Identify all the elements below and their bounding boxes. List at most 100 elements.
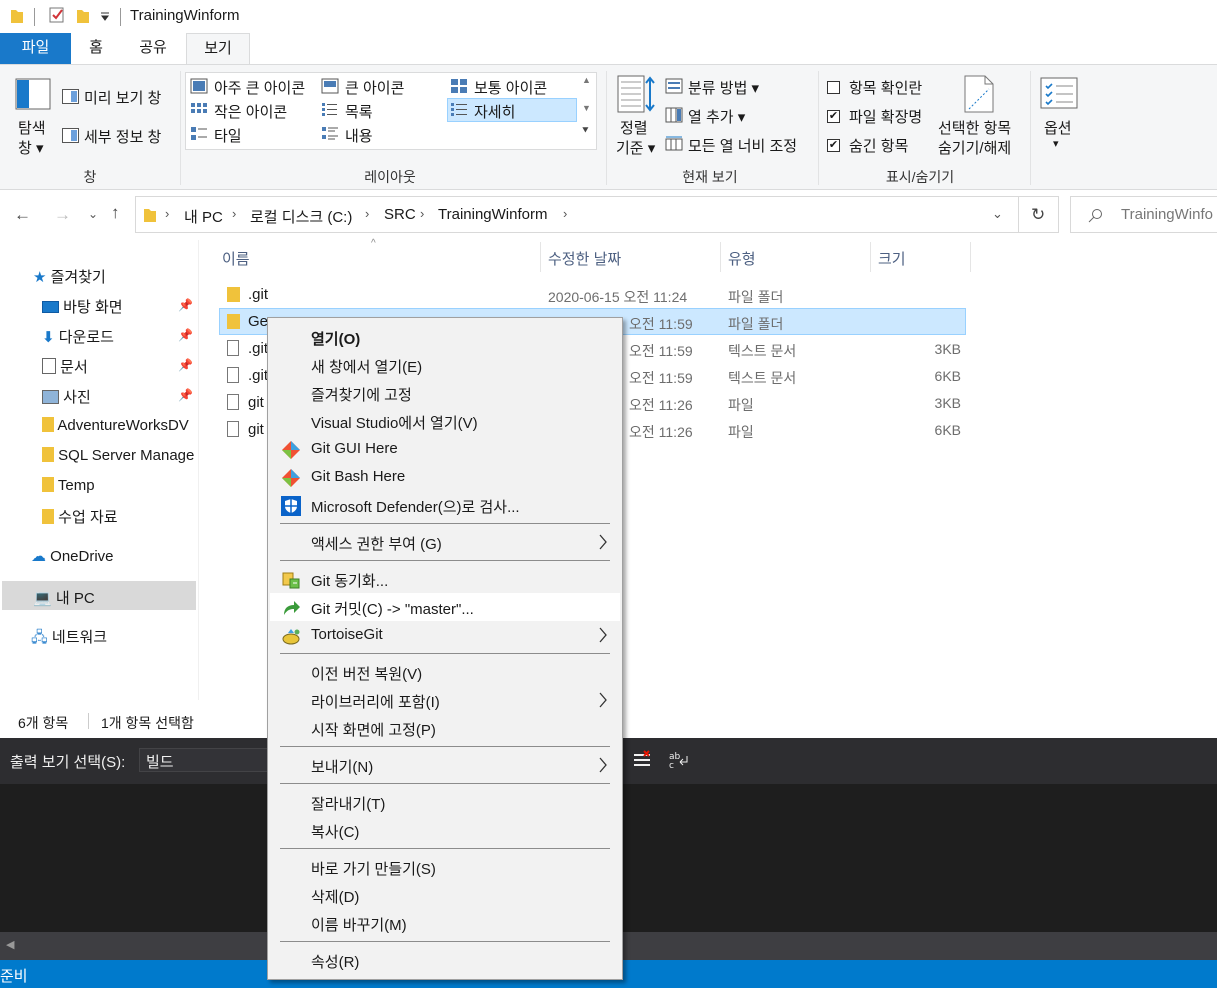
breadcrumb-separator-icon[interactable]: › xyxy=(365,206,369,221)
add-columns-button[interactable]: 열 추가 ▾ xyxy=(688,106,745,127)
breadcrumb-separator-icon[interactable]: › xyxy=(232,206,236,221)
tab-view[interactable]: 보기 xyxy=(186,33,250,65)
menu-item-tortoisegit[interactable]: TortoiseGit xyxy=(270,621,620,649)
menu-item-create-shortcut[interactable]: 바로 가기 만들기(S) xyxy=(270,853,620,881)
menu-item-restore-previous[interactable]: 이전 버전 복원(V) xyxy=(270,658,620,686)
nav-item-downloads[interactable]: ⬇ 다운로드 xyxy=(42,326,114,347)
nav-item-desktop[interactable]: 바탕 화면 xyxy=(42,296,123,317)
breadcrumb-separator-icon[interactable]: › xyxy=(420,206,424,221)
nav-item-sql-server[interactable]: SQL Server Manage xyxy=(42,447,197,464)
nav-item-adventureworks[interactable]: AdventureWorksDV xyxy=(42,417,197,434)
menu-item-pin-quick-access[interactable]: 즐겨찾기에 고정 xyxy=(270,379,620,407)
pin-icon[interactable]: 📌 xyxy=(178,358,193,372)
sort-by-button[interactable]: 정렬 xyxy=(620,117,648,138)
layout-tiles[interactable]: 타일 xyxy=(214,125,242,146)
menu-item-properties[interactable]: 속성(R) xyxy=(270,946,620,974)
breadcrumb-separator-icon[interactable]: › xyxy=(165,206,169,221)
refresh-button[interactable]: ↻ xyxy=(1019,196,1059,233)
details-pane-button[interactable]: 세부 정보 창 xyxy=(84,126,161,147)
tab-share[interactable]: 공유 xyxy=(128,33,178,64)
size-all-columns-button[interactable]: 모든 열 너비 조정 xyxy=(688,135,797,156)
breadcrumb-this-pc[interactable]: 내 PC xyxy=(184,206,223,227)
layout-small-icons[interactable]: 작은 아이콘 xyxy=(214,101,287,122)
up-icon[interactable]: ↑ xyxy=(111,203,120,223)
properties-check-icon[interactable] xyxy=(48,6,66,24)
options-dropdown-icon[interactable]: ▾ xyxy=(1053,137,1059,150)
nav-item-network[interactable]: 🖧 네트워크 xyxy=(31,626,107,652)
tab-file[interactable]: 파일 xyxy=(0,33,71,64)
column-divider[interactable] xyxy=(540,242,541,272)
menu-item-give-access[interactable]: 액세스 권한 부여 (G) xyxy=(270,528,620,556)
preview-pane-button[interactable]: 미리 보기 창 xyxy=(84,87,161,108)
layout-list[interactable]: 목록 xyxy=(345,101,373,122)
menu-item-defender-scan[interactable]: Microsoft Defender(으)로 검사... xyxy=(270,491,620,519)
layout-extra-large-icons[interactable]: 아주 큰 아이콘 xyxy=(214,77,305,98)
menu-item-open[interactable]: 열기(O) xyxy=(270,323,620,351)
hide-selected-button[interactable]: 선택한 항목 xyxy=(938,117,1011,138)
menu-item-open-visual-studio[interactable]: Visual Studio에서 열기(V) xyxy=(270,407,620,435)
menu-item-cut[interactable]: 잘라내기(T) xyxy=(270,788,620,816)
menu-item-pin-start[interactable]: 시작 화면에 고정(P) xyxy=(270,714,620,742)
nav-item-temp[interactable]: Temp xyxy=(42,477,95,494)
menu-item-rename[interactable]: 이름 바꾸기(M) xyxy=(270,909,620,937)
nav-quick-access[interactable]: ★ 즐겨찾기 xyxy=(33,266,106,287)
nav-item-onedrive[interactable]: ☁ OneDrive xyxy=(31,547,114,565)
address-bar[interactable]: › 내 PC › 로컬 디스크 (C:) › SRC › TrainingWin… xyxy=(135,196,1019,233)
column-divider[interactable] xyxy=(720,242,721,272)
column-header-date[interactable]: 수정한 날짜 xyxy=(548,248,621,269)
nav-item-this-pc[interactable]: 💻 내 PC xyxy=(33,587,95,608)
menu-item-delete[interactable]: 삭제(D) xyxy=(270,881,620,909)
column-header-type[interactable]: 유형 xyxy=(728,248,756,269)
menu-item-send-to[interactable]: 보내기(N) xyxy=(270,751,620,779)
hide-selected-button-line2[interactable]: 숨기기/해제 xyxy=(938,137,1011,158)
table-row[interactable]: .git 2020-06-15 오전 11:24 파일 폴더 xyxy=(219,281,966,308)
menu-item-open-new-window[interactable]: 새 창에서 열기(E) xyxy=(270,351,620,379)
file-name-extensions-checkbox[interactable]: ✔ xyxy=(827,110,840,123)
nav-item-documents[interactable]: 문서 xyxy=(42,356,88,377)
group-by-button[interactable]: 분류 방법 ▾ xyxy=(688,77,759,98)
navigation-pane-button[interactable]: 탐색 xyxy=(18,117,46,138)
breadcrumb-local-disk[interactable]: 로컬 디스크 (C:) xyxy=(250,206,352,227)
breadcrumb-src[interactable]: SRC xyxy=(384,206,416,223)
layout-details[interactable]: 자세히 xyxy=(474,101,515,122)
nav-item-pictures[interactable]: 사진 xyxy=(42,386,91,407)
search-box[interactable]: TrainingWinfo xyxy=(1070,196,1217,233)
pin-icon[interactable]: 📌 xyxy=(178,388,193,402)
hidden-items-checkbox[interactable]: ✔ xyxy=(827,139,840,152)
sort-by-button-line2[interactable]: 기준 ▾ xyxy=(616,137,655,158)
word-wrap-icon[interactable]: abc xyxy=(668,750,690,770)
menu-item-copy[interactable]: 복사(C) xyxy=(270,816,620,844)
gallery-scroll-up-icon[interactable]: ▲ xyxy=(582,75,591,85)
column-divider[interactable] xyxy=(970,242,971,272)
hidden-items-label[interactable]: 숨긴 항목 xyxy=(849,135,908,156)
layout-content[interactable]: 내용 xyxy=(345,125,373,146)
item-check-boxes-label[interactable]: 항목 확인란 xyxy=(849,77,922,98)
recent-locations-icon[interactable]: ⌄ xyxy=(88,207,98,221)
pin-icon[interactable]: 📌 xyxy=(178,298,193,312)
back-icon[interactable]: ← xyxy=(14,205,31,225)
column-header-name[interactable]: 이름 xyxy=(222,248,250,269)
forward-icon[interactable]: → xyxy=(54,205,71,225)
menu-item-git-sync[interactable]: Git 동기화... xyxy=(270,565,620,593)
layout-large-icons[interactable]: 큰 아이콘 xyxy=(345,77,404,98)
menu-item-git-commit[interactable]: Git 커밋(C) -> "master"... xyxy=(270,593,620,621)
gallery-expand-icon[interactable]: ⯆ xyxy=(581,125,590,138)
customize-qat-icon[interactable] xyxy=(100,12,110,22)
nav-item-class-materials[interactable]: 수업 자료 xyxy=(42,506,118,527)
gallery-scroll-down-icon[interactable]: ▼ xyxy=(582,103,591,113)
column-header-size[interactable]: 크기 xyxy=(878,248,906,269)
file-name-extensions-label[interactable]: 파일 확장명 xyxy=(849,106,922,127)
menu-item-include-library[interactable]: 라이브러리에 포함(I) xyxy=(270,686,620,714)
new-folder-icon[interactable] xyxy=(76,8,90,24)
breadcrumb-trainingwinform[interactable]: TrainingWinform xyxy=(438,206,547,223)
menu-item-git-bash[interactable]: Git Bash Here xyxy=(270,463,620,491)
options-button[interactable]: 옵션 xyxy=(1044,117,1072,138)
clear-all-icon[interactable] xyxy=(632,750,652,770)
navigation-pane-sub-label[interactable]: 창 ▾ xyxy=(18,137,44,158)
column-divider[interactable] xyxy=(870,242,871,272)
menu-item-git-gui[interactable]: Git GUI Here xyxy=(270,435,620,463)
address-dropdown-icon[interactable]: ⌄ xyxy=(992,206,1003,222)
tab-home[interactable]: 홈 xyxy=(78,33,114,64)
scroll-left-icon[interactable]: ◀ xyxy=(6,938,14,951)
layout-medium-icons[interactable]: 보통 아이콘 xyxy=(474,77,547,98)
